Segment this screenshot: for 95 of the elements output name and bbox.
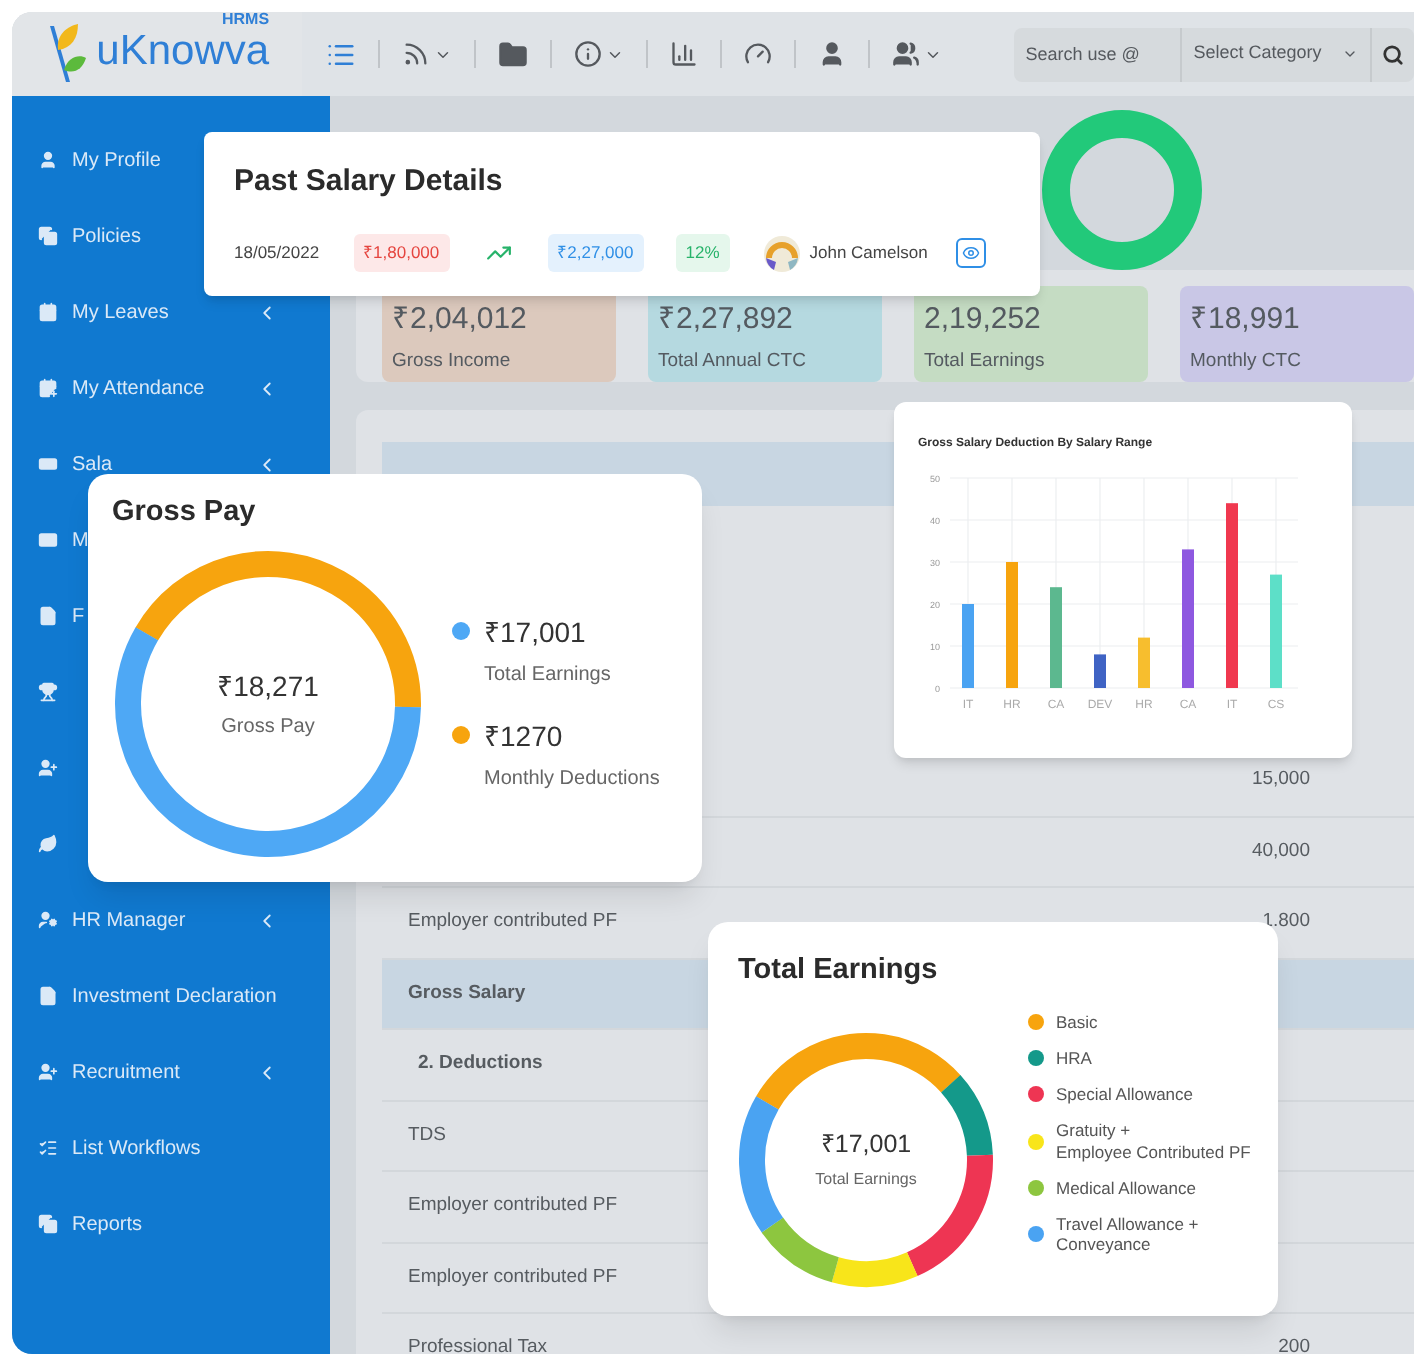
info-menu[interactable]: [573, 40, 624, 68]
calendar-plus-icon: [38, 378, 58, 398]
sidebar-item[interactable]: My Attendance: [72, 373, 205, 403]
documents-icon: [38, 226, 58, 246]
card-title: Past Salary Details: [234, 162, 505, 202]
stat-value: ₹2,04,012: [392, 302, 529, 340]
new-salary-tag: ₹2,27,000: [547, 234, 644, 272]
table-cell: Employer contributed PF: [408, 908, 618, 937]
stat-value: 2,19,252: [924, 302, 1043, 340]
sidebar-item[interactable]: List Workflows: [72, 1133, 201, 1163]
change-tag: 12%: [675, 234, 730, 272]
sidebar-item[interactable]: F: [72, 601, 85, 631]
user-plus-icon: [38, 1062, 58, 1082]
avatar: [761, 233, 802, 273]
eye-icon: [961, 244, 980, 262]
leaf-icon: [38, 834, 58, 854]
table-cell: Employer contributed PF: [408, 1192, 618, 1221]
center-value: ₹17,001: [820, 1128, 912, 1163]
sidebar-item[interactable]: HR Manager: [72, 905, 186, 935]
stat-value: ₹2,27,892: [658, 302, 795, 340]
stat-value: ₹18,991: [1190, 302, 1302, 340]
view-button[interactable]: [955, 238, 986, 268]
employee-name: John Camelson: [809, 240, 928, 266]
table-cell: Professional Tax: [408, 1334, 548, 1354]
legend-label: Travel Allowance + Conveyance: [1056, 1213, 1199, 1255]
user-icon[interactable]: [817, 40, 846, 68]
trophy-icon: [38, 682, 58, 702]
bar: [1050, 587, 1062, 688]
file-plus-icon: [38, 986, 58, 1006]
legend-label: Special Allowance: [1056, 1084, 1194, 1105]
old-salary-tag: ₹1,80,000: [353, 234, 450, 272]
legend-label: HRA: [1056, 1047, 1092, 1069]
user-icon: [38, 150, 58, 170]
legend-label: Basic: [1056, 1011, 1098, 1032]
sidebar-item[interactable]: Recruitment: [72, 1057, 180, 1087]
table-cell: TDS: [408, 1121, 446, 1150]
card-title: Total Earnings: [738, 952, 940, 990]
sidebar-item[interactable]: Reports: [72, 1209, 143, 1239]
table-cell: 40,000: [1251, 837, 1310, 866]
legend-label: Monthly Deductions: [484, 766, 660, 795]
sidebar-item[interactable]: My Profile: [72, 145, 161, 175]
sidebar-item[interactable]: Sala: [72, 449, 113, 479]
legend-value: ₹1270: [484, 718, 565, 757]
table-cell: 1.800: [1262, 908, 1310, 937]
list-icon: [38, 1138, 58, 1158]
menu-icon[interactable]: [325, 39, 356, 69]
documents-icon: [38, 1214, 58, 1234]
card-title: Gross Pay: [112, 494, 258, 532]
search-button[interactable]: [1371, 27, 1414, 81]
leaf-logo-icon: [44, 22, 89, 86]
info-icon: [573, 40, 602, 68]
user-plus-icon: [38, 758, 58, 778]
center-label: Gross Pay: [221, 713, 315, 742]
bar: [1138, 637, 1150, 688]
table-cell: 15,000: [1251, 766, 1310, 795]
document-icon: [38, 606, 58, 626]
legend-label: Medical Allowance: [1056, 1177, 1196, 1198]
sidebar-item[interactable]: Policies: [72, 221, 141, 251]
bar: [962, 604, 974, 688]
team-menu[interactable]: [891, 40, 942, 68]
stat-label: Total Earnings: [924, 347, 1047, 376]
sidebar-item[interactable]: M: [72, 525, 89, 555]
gauge-icon[interactable]: [743, 40, 772, 68]
user-gear-icon: [38, 910, 58, 930]
rss-icon: [401, 40, 430, 68]
users-icon: [891, 40, 920, 68]
bar: [1270, 574, 1282, 688]
search-icon: [1381, 43, 1404, 65]
stat-label: Monthly CTC: [1190, 347, 1303, 376]
calendar-icon: [38, 302, 58, 322]
stat-label: Total Annual CTC: [658, 347, 808, 376]
bar: [1182, 549, 1194, 688]
legend-label: Gratuity + Employee Contributed PF: [1056, 1120, 1251, 1162]
search-field[interactable]: Search use @: [1013, 27, 1182, 81]
table-cell: 2. Deductions: [418, 1050, 543, 1079]
center-label: Total Earnings: [815, 1168, 917, 1193]
bar: [1006, 562, 1018, 688]
table-cell: Gross Salary: [408, 979, 526, 1008]
center-value: ₹18,271: [217, 667, 319, 706]
feed-menu[interactable]: [401, 40, 452, 68]
folder-icon[interactable]: [497, 39, 528, 69]
legend-value: ₹17,001: [484, 614, 588, 653]
bar-chart-icon[interactable]: [669, 40, 698, 68]
category-select[interactable]: Select Category: [1181, 27, 1372, 81]
sidebar-item[interactable]: Investment Declaration: [72, 981, 277, 1011]
bar: [1094, 654, 1106, 688]
caret-icon: [1341, 46, 1358, 62]
sidebar-item[interactable]: My Leaves: [72, 297, 169, 327]
legend-label: Total Earnings: [484, 662, 611, 691]
logo-text: uKnowva: [96, 27, 270, 73]
date-text: 18/05/2022: [234, 240, 320, 266]
logo-tag: HRMS: [222, 12, 270, 31]
stat-label: Gross Income: [392, 347, 513, 376]
table-cell: 200: [1278, 1334, 1310, 1354]
table-cell: Employer contributed PF: [408, 1263, 618, 1292]
